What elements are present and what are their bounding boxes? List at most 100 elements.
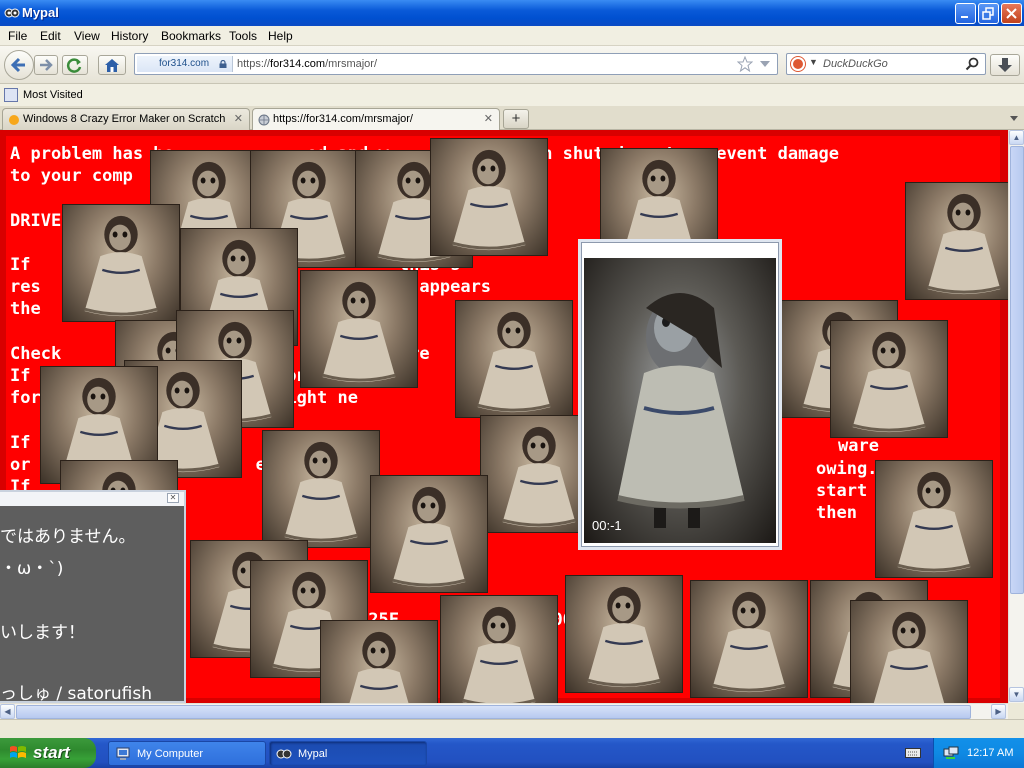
start-label: start xyxy=(33,743,70,762)
reload-icon xyxy=(66,58,82,73)
tab-list-icon[interactable] xyxy=(1008,112,1020,124)
scroll-down-button[interactable]: ▼ xyxy=(1009,687,1024,702)
new-tab-button[interactable]: + xyxy=(503,109,529,129)
most-visited-bookmark[interactable]: Most Visited xyxy=(23,89,83,101)
message-line: ではありません。 xyxy=(0,527,136,547)
site-identity-button[interactable]: for314.com xyxy=(137,56,233,72)
doll-image-tile xyxy=(875,460,993,578)
download-icon xyxy=(998,58,1012,72)
bookmarks-toolbar: Most Visited xyxy=(0,84,1024,106)
horizontal-scroll-thumb[interactable] xyxy=(16,705,971,719)
url-path: /mrsmajor/ xyxy=(325,58,378,70)
error-text-fragment: ware xyxy=(838,436,879,456)
vertical-scrollbar[interactable]: ▲ ▼ xyxy=(1008,130,1024,703)
window-title: Mypal xyxy=(22,5,59,20)
restore-icon xyxy=(982,7,994,20)
tab-mrsmajor-label: https://for314.com/mrsmajor/ xyxy=(273,113,413,125)
error-text-line: the xyxy=(10,299,41,320)
doll-image xyxy=(712,591,786,693)
url-dropdown-icon[interactable] xyxy=(759,60,771,68)
doll-image xyxy=(873,611,945,703)
taskbar-clock[interactable]: 12:17 AM xyxy=(967,747,1013,759)
home-icon xyxy=(105,59,119,72)
doll-image-tile xyxy=(62,204,180,322)
error-text-fragment: start xyxy=(816,481,868,501)
tab-close-icon[interactable]: ✕ xyxy=(484,112,493,125)
vertical-scroll-thumb[interactable] xyxy=(1010,146,1024,594)
doll-image-tile xyxy=(440,595,558,703)
video-player[interactable]: 00:-1 xyxy=(584,258,776,543)
reload-button[interactable] xyxy=(62,55,88,75)
popup-titlebar: ✕ xyxy=(0,492,184,506)
menu-bookmarks[interactable]: Bookmarks xyxy=(161,29,221,43)
most-visited-folder-icon xyxy=(4,88,18,102)
task-mypal[interactable]: Mypal xyxy=(269,741,427,766)
error-text-line: DRIVE xyxy=(10,210,62,231)
search-icon[interactable] xyxy=(965,57,979,71)
forward-button[interactable] xyxy=(34,55,58,75)
doll-image-tile xyxy=(300,270,418,388)
task-my-computer[interactable]: My Computer xyxy=(108,741,266,766)
doll-image xyxy=(452,149,526,251)
close-window-button[interactable] xyxy=(1001,3,1022,24)
doll-image xyxy=(852,331,926,433)
search-bar[interactable]: ▼ DuckDuckGo xyxy=(786,53,986,75)
back-button[interactable] xyxy=(4,50,34,80)
menu-help[interactable]: Help xyxy=(268,29,293,43)
menu-bar: File Edit View History Bookmarks Tools H… xyxy=(0,26,1024,46)
doll-image xyxy=(477,311,551,413)
tab-close-icon[interactable]: ✕ xyxy=(234,112,243,125)
doll-video-frame-image xyxy=(617,293,745,528)
bookmark-star-icon[interactable] xyxy=(737,56,753,72)
menu-view[interactable]: View xyxy=(74,29,100,43)
page-content[interactable]: A problem has be ed and w been shut down… xyxy=(0,130,1008,703)
keyboard-icon[interactable] xyxy=(905,747,921,759)
taskbar: start My Computer Mypal 12:17 AM xyxy=(0,738,1024,768)
navigation-toolbar: for314.com https://for314.com/mrsmajor/ … xyxy=(0,46,1024,84)
windows-logo-icon xyxy=(10,746,26,758)
doll-image xyxy=(322,281,396,383)
window-titlebar[interactable]: Mypal xyxy=(0,0,1024,26)
mypal-app-icon xyxy=(276,749,292,759)
scrollbar-corner xyxy=(1008,703,1024,719)
close-icon xyxy=(1006,8,1017,19)
url-text: https://for314.com/mrsmajor/ xyxy=(237,58,377,70)
doll-image xyxy=(587,586,661,688)
tab-scratch-label: Windows 8 Crazy Error Maker on Scratch xyxy=(23,113,226,125)
popup-close-button[interactable]: ✕ xyxy=(167,493,179,503)
restore-button[interactable] xyxy=(978,3,999,24)
tab-mrsmajor[interactable]: https://for314.com/mrsmajor/ ✕ xyxy=(252,108,500,131)
network-icon[interactable] xyxy=(943,746,959,760)
doll-image-tile xyxy=(565,575,683,693)
start-button[interactable]: start xyxy=(0,738,96,768)
doll-image-tile xyxy=(830,320,948,438)
error-text-fragment: then xyxy=(816,503,857,523)
scroll-right-button[interactable]: ▶ xyxy=(991,704,1006,719)
address-bar[interactable]: for314.com https://for314.com/mrsmajor/ xyxy=(134,53,778,75)
globe-favicon-icon xyxy=(258,114,270,126)
scroll-left-button[interactable]: ◀ xyxy=(0,704,15,719)
system-tray: 12:17 AM xyxy=(933,738,1024,768)
message-line: ・ω・`) xyxy=(0,559,64,579)
status-bar xyxy=(0,719,1024,738)
tab-scratch[interactable]: Windows 8 Crazy Error Maker on Scratch ✕ xyxy=(2,108,250,130)
downloads-button[interactable] xyxy=(990,54,1020,76)
menu-edit[interactable]: Edit xyxy=(40,29,61,43)
menu-tools[interactable]: Tools xyxy=(229,29,257,43)
message-line: いします！ xyxy=(0,623,85,643)
horizontal-scrollbar[interactable]: ◀ ▶ xyxy=(0,703,1008,719)
engine-dropdown-icon[interactable]: ▼ xyxy=(809,57,818,67)
menu-file[interactable]: File xyxy=(8,29,27,43)
video-popup-window[interactable]: 00:-1 xyxy=(581,242,779,547)
home-button[interactable] xyxy=(98,55,126,75)
doll-image xyxy=(927,193,1001,295)
duckduckgo-engine-icon[interactable] xyxy=(791,57,805,71)
japanese-message-window[interactable]: ✕ ではありません。 ・ω・`) いします！ っしゅ / satorufish xyxy=(0,490,186,703)
doll-image xyxy=(897,471,971,573)
menu-history[interactable]: History xyxy=(111,29,148,43)
error-text-line: to your comp xyxy=(10,166,133,187)
computer-icon xyxy=(116,747,130,760)
minimize-button[interactable] xyxy=(955,3,976,24)
scroll-up-button[interactable]: ▲ xyxy=(1009,130,1024,145)
url-host: for314.com xyxy=(270,58,326,70)
